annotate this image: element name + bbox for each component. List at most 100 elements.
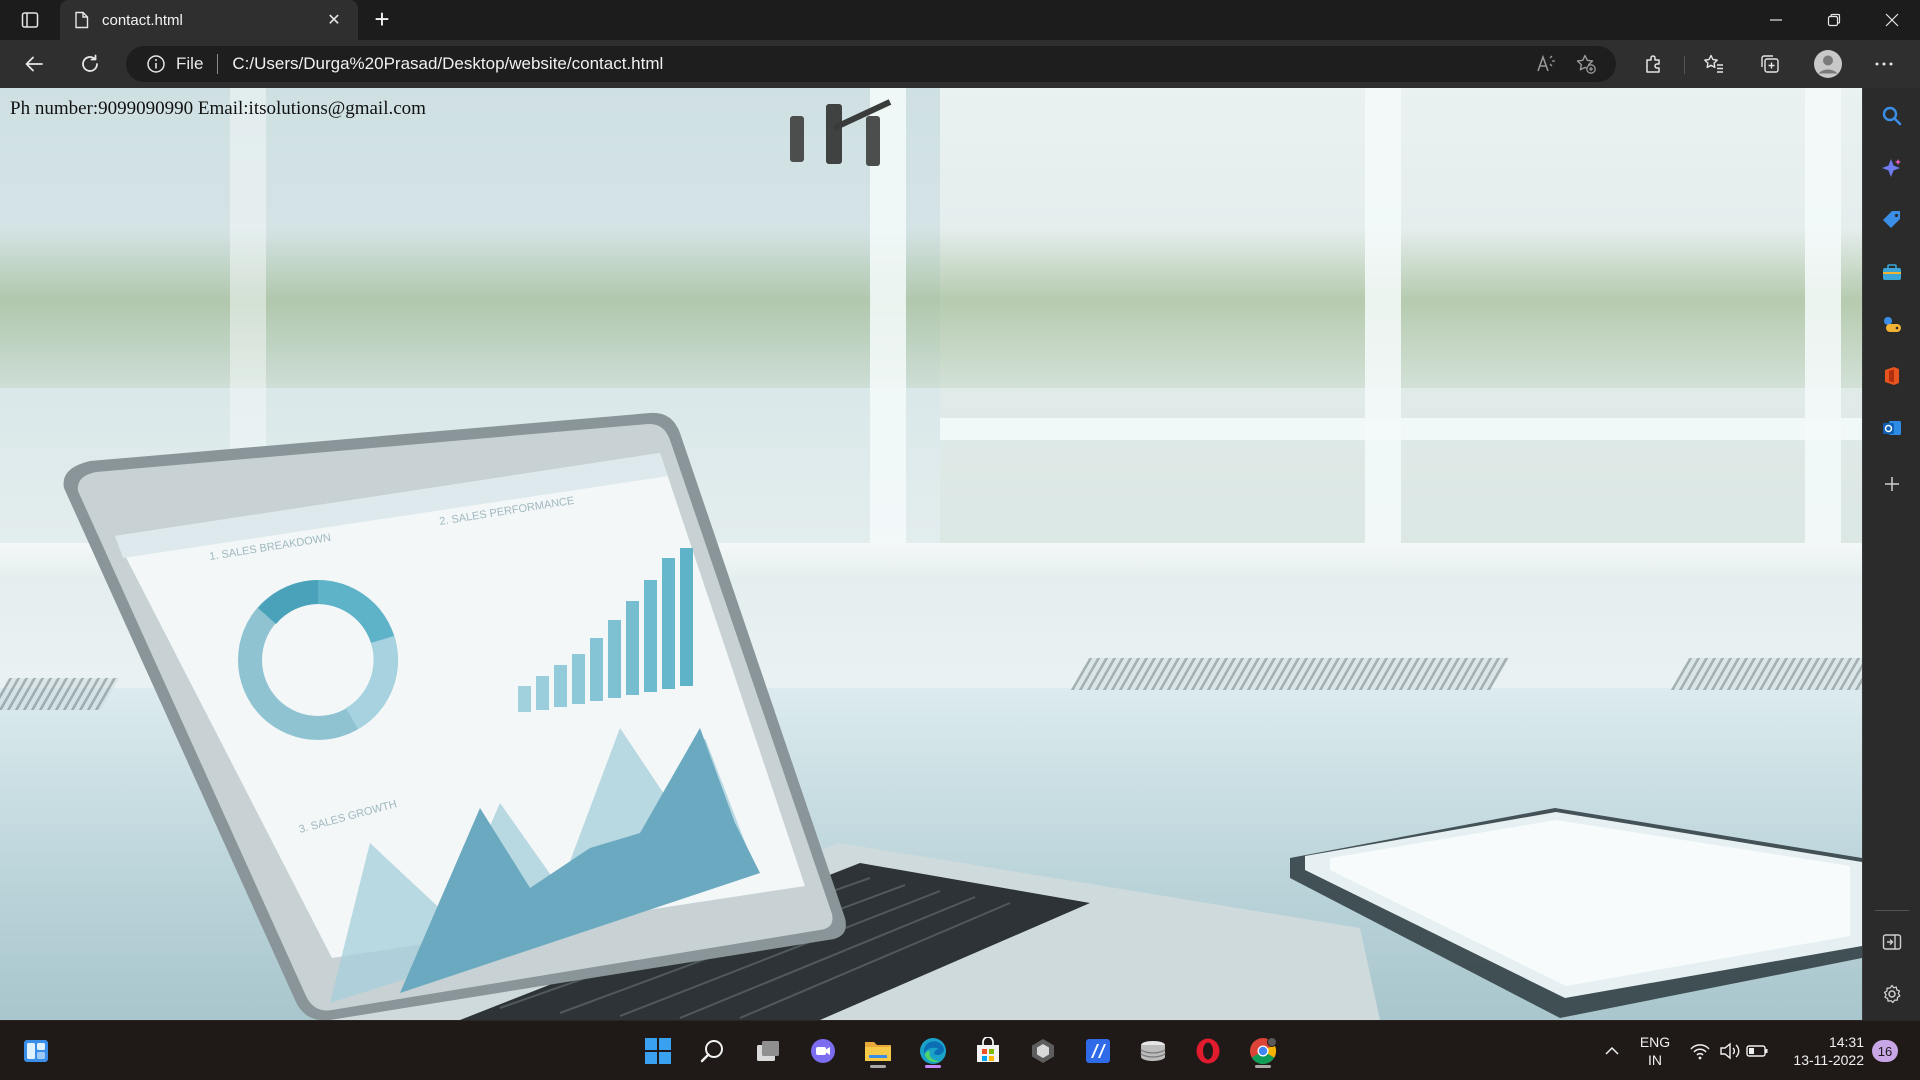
- chevron-up-icon: [1605, 1046, 1619, 1055]
- search-icon: [1882, 106, 1902, 126]
- file-explorer-button[interactable]: [858, 1031, 898, 1071]
- extensions-button[interactable]: [1636, 48, 1672, 80]
- profile-button[interactable]: [1810, 48, 1846, 80]
- refresh-button[interactable]: [72, 48, 108, 80]
- clock[interactable]: 14:31 13-11-2022: [1780, 1033, 1864, 1069]
- code-editor-icon: [1086, 1039, 1110, 1063]
- office-icon: [1885, 367, 1899, 385]
- taskbar-search-button[interactable]: [693, 1031, 733, 1071]
- edge-taskbar-button[interactable]: [913, 1031, 953, 1071]
- running-indicator: [1255, 1065, 1271, 1068]
- refresh-icon: [82, 54, 98, 72]
- close-icon: [1885, 13, 1899, 27]
- more-icon: [1875, 62, 1893, 66]
- tab-actions-icon: [21, 12, 39, 28]
- back-arrow-icon: [25, 56, 43, 72]
- teams-chat-button[interactable]: [803, 1031, 843, 1071]
- microsoft-store-button[interactable]: [968, 1031, 1008, 1071]
- add-favorite-button[interactable]: [1568, 48, 1604, 80]
- clock-date: 13-11-2022: [1793, 1052, 1864, 1068]
- restore-icon: [1827, 13, 1841, 27]
- restore-button[interactable]: [1806, 0, 1862, 40]
- address-bar[interactable]: File C:/Users/Durga%20Prasad/Desktop/web…: [126, 46, 1616, 82]
- contact-info-text: Ph number:9099090990 Email:itsolutions@g…: [10, 98, 426, 119]
- sidebar-tools-button[interactable]: [1874, 254, 1910, 290]
- sidebar-settings-button[interactable]: [1874, 976, 1910, 1012]
- read-aloud-button[interactable]: [1528, 48, 1564, 80]
- browser-tab[interactable]: contact.html ✕: [60, 0, 358, 40]
- toolbox-icon: [1883, 264, 1901, 280]
- sidebar-shopping-button[interactable]: [1874, 202, 1910, 238]
- database-app-button[interactable]: [1133, 1031, 1173, 1071]
- chrome-icon: [1250, 1037, 1277, 1065]
- task-view-button[interactable]: [748, 1031, 788, 1071]
- hide-sidebar-icon: [1882, 934, 1902, 950]
- visual-studio-button[interactable]: [1078, 1031, 1118, 1071]
- gear-icon: [1883, 984, 1901, 1004]
- sidebar-games-button[interactable]: [1874, 306, 1910, 342]
- star-add-icon: [1576, 54, 1596, 74]
- chrome-button[interactable]: [1243, 1031, 1283, 1071]
- language-indicator[interactable]: ENG IN: [1630, 1033, 1680, 1069]
- windows-logo-icon: [645, 1038, 671, 1064]
- teams-chat-icon: [811, 1039, 835, 1063]
- back-button[interactable]: [16, 48, 52, 80]
- page-viewport: 1. SALES BREAKDOWN 2. SALES PERFORMANCE …: [0, 88, 1862, 1020]
- running-indicator: [870, 1065, 886, 1068]
- sidebar-hide-button[interactable]: [1874, 924, 1910, 960]
- folder-icon: [865, 1042, 891, 1061]
- database-icon: [1140, 1041, 1166, 1061]
- taskbar: ENG IN 14:31 13-11-2022: [0, 1020, 1920, 1080]
- sidebar-search-button[interactable]: [1874, 98, 1910, 134]
- puzzle-icon: [1646, 55, 1660, 73]
- address-separator: [217, 54, 219, 74]
- favorites-icon: [1704, 54, 1723, 73]
- minimize-icon: [1770, 19, 1782, 21]
- navigation-bar: File C:/Users/Durga%20Prasad/Desktop/web…: [0, 40, 1920, 88]
- edge-sidebar: [1862, 88, 1920, 1020]
- settings-more-button[interactable]: [1866, 48, 1902, 80]
- minimize-button[interactable]: [1748, 0, 1804, 40]
- sidebar-add-button[interactable]: [1874, 466, 1910, 502]
- plus-icon: [1885, 477, 1899, 491]
- tab-actions-menu-button[interactable]: [12, 6, 48, 34]
- show-hidden-icons-button[interactable]: [1592, 1031, 1632, 1071]
- network-volume-battery-icons: [1690, 1042, 1768, 1060]
- unity-hub-button[interactable]: [1023, 1031, 1063, 1071]
- avatar-icon: [1814, 50, 1842, 78]
- sidebar-office-button[interactable]: [1874, 358, 1910, 394]
- quick-settings-button[interactable]: [1682, 1031, 1782, 1071]
- opera-button[interactable]: [1188, 1031, 1228, 1071]
- outlook-icon: [1883, 421, 1901, 435]
- title-bar: contact.html ✕ +: [0, 0, 1920, 40]
- favorites-button[interactable]: [1696, 48, 1732, 80]
- read-aloud-icon: [1537, 54, 1555, 72]
- widgets-button[interactable]: [16, 1031, 56, 1071]
- task-view-icon: [757, 1041, 779, 1061]
- close-window-button[interactable]: [1864, 0, 1920, 40]
- tab-title: contact.html: [102, 11, 183, 29]
- tab-close-icon[interactable]: ✕: [324, 10, 344, 30]
- sparkle-icon: [1882, 159, 1901, 177]
- info-icon[interactable]: [146, 54, 166, 74]
- sidebar-outlook-button[interactable]: [1874, 410, 1910, 446]
- url-text[interactable]: C:/Users/Durga%20Prasad/Desktop/website/…: [232, 54, 1528, 74]
- new-tab-button[interactable]: +: [368, 6, 396, 34]
- games-icon: [1884, 317, 1901, 332]
- widgets-icon: [24, 1040, 48, 1062]
- file-icon: [75, 11, 89, 29]
- notification-badge[interactable]: 16: [1872, 1040, 1898, 1062]
- tag-icon: [1883, 211, 1900, 228]
- file-scheme-label: File: [176, 54, 204, 73]
- unity-icon: [1032, 1039, 1054, 1063]
- collections-icon: [1761, 55, 1779, 73]
- screen-donut-chart: [238, 580, 398, 740]
- clock-time: 14:31: [1828, 1034, 1864, 1050]
- start-button[interactable]: [638, 1031, 678, 1071]
- language-code: ENG: [1639, 1034, 1671, 1050]
- opera-icon: [1196, 1038, 1220, 1064]
- collections-button[interactable]: [1752, 48, 1788, 80]
- sidebar-discover-button[interactable]: [1874, 150, 1910, 186]
- store-icon: [977, 1037, 999, 1062]
- toolbar-divider: [1684, 56, 1685, 74]
